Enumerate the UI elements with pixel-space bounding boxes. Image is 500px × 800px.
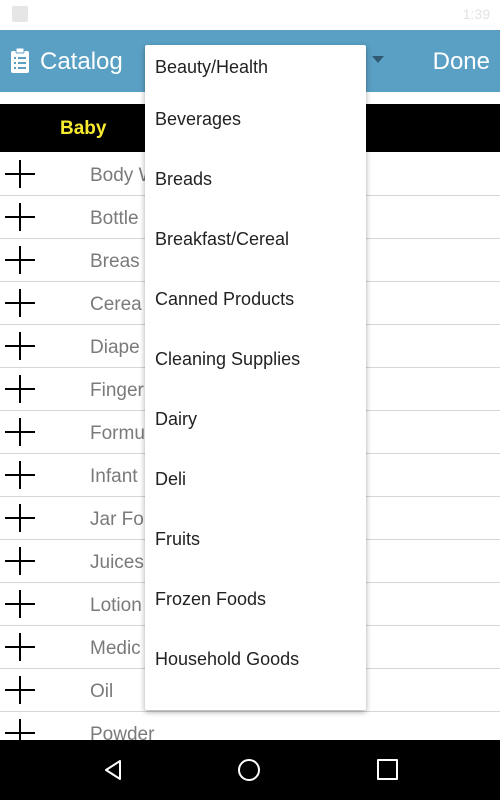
add-icon[interactable]	[5, 547, 35, 575]
category-dropdown-menu: Beauty/Health Beverages Breads Breakfast…	[145, 45, 366, 710]
back-icon[interactable]	[103, 759, 123, 781]
dropdown-option[interactable]: Breads	[145, 149, 366, 209]
add-icon[interactable]	[5, 504, 35, 532]
add-icon[interactable]	[5, 160, 35, 188]
dropdown-option[interactable]: Fruits	[145, 509, 366, 569]
navigation-bar	[0, 740, 500, 800]
add-icon[interactable]	[5, 246, 35, 274]
list-item-label: Medic	[90, 638, 141, 659]
add-icon[interactable]	[5, 289, 35, 317]
done-button[interactable]: Done	[433, 48, 490, 76]
section-label: Baby	[60, 118, 107, 139]
list-item-label: Breas	[90, 251, 140, 272]
clipboard-icon	[11, 48, 29, 73]
list-item-label: Finger	[90, 380, 144, 401]
add-icon[interactable]	[5, 633, 35, 661]
list-item-label: Bottle	[90, 208, 139, 229]
dropdown-option[interactable]: Household Goods	[145, 629, 366, 689]
dropdown-option[interactable]: Beauty/Health	[145, 45, 366, 89]
home-icon[interactable]	[238, 759, 260, 781]
add-icon[interactable]	[5, 461, 35, 489]
list-item-label: Juices	[90, 552, 144, 573]
recent-apps-icon[interactable]	[377, 759, 398, 780]
page-title: Catalog	[40, 48, 123, 75]
add-icon[interactable]	[5, 203, 35, 231]
list-item-label: Jar Fo	[90, 509, 144, 530]
list-item-label: Lotion	[90, 595, 142, 616]
status-time: 1:39	[462, 6, 490, 22]
dropdown-option[interactable]: Frozen Foods	[145, 569, 366, 629]
list-item-label: Infant	[90, 466, 138, 487]
list-item-label: Cerea	[90, 294, 142, 315]
add-icon[interactable]	[5, 332, 35, 360]
list-item-label: Diape	[90, 337, 140, 358]
dropdown-option[interactable]: Dairy	[145, 389, 366, 449]
add-icon[interactable]	[5, 375, 35, 403]
notification-icon	[12, 6, 28, 22]
dropdown-option[interactable]: Beverages	[145, 89, 366, 149]
status-bar: 1:39	[0, 0, 500, 30]
dropdown-option[interactable]: Deli	[145, 449, 366, 509]
add-icon[interactable]	[5, 676, 35, 704]
add-icon[interactable]	[5, 418, 35, 446]
dropdown-option[interactable]: Cleaning Supplies	[145, 329, 366, 389]
list-item-label: Oil	[90, 681, 114, 702]
dropdown-option[interactable]: Canned Products	[145, 269, 366, 329]
add-icon[interactable]	[5, 590, 35, 618]
category-spinner-arrow-icon[interactable]	[372, 56, 384, 63]
dropdown-option[interactable]: Breakfast/Cereal	[145, 209, 366, 269]
list-item-label: Formu	[90, 423, 145, 444]
